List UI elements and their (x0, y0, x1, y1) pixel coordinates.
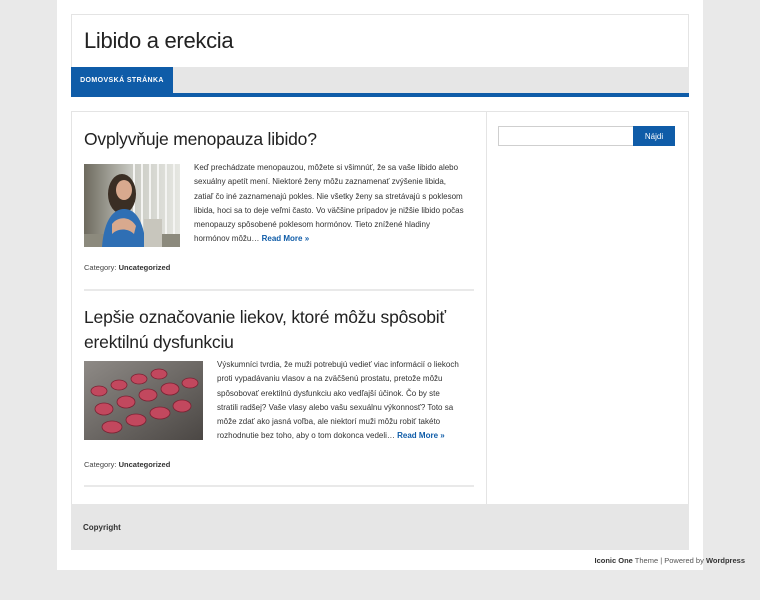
nav-item-home[interactable]: Domovská stránka (71, 67, 173, 93)
category-link[interactable]: Uncategorized (119, 263, 171, 272)
theme-link[interactable]: Iconic One (595, 556, 633, 565)
credits-text: Theme | Powered by (632, 556, 706, 565)
category-link[interactable]: Uncategorized (119, 460, 171, 469)
post-thumbnail-pills[interactable] (84, 361, 203, 440)
post-title[interactable]: Ovplyvňuje menopauza libido? (84, 127, 317, 152)
post-excerpt: Výskumníci tvrdia, že muži potrebujú ved… (217, 358, 482, 444)
post-excerpt: Keď prechádzate menopauzou, môžete si vš… (194, 161, 479, 247)
post-meta: Category: Uncategorized (84, 263, 170, 272)
excerpt-line: spôsobovať erektilnú dysfunkciu ako vedľ… (217, 388, 440, 398)
page: Libido a erekcia Domovská stránka Ovplyv… (57, 0, 703, 570)
post-title-line: erektilnú dysfunkciu (84, 332, 234, 352)
site-header: Libido a erekcia (71, 14, 689, 67)
post-divider (84, 485, 474, 487)
woman-photo-icon (84, 164, 180, 247)
read-more-link[interactable]: Read More » (262, 234, 310, 243)
search-button[interactable]: Nájdi (633, 126, 675, 146)
main-nav: Domovská stránka (71, 67, 689, 97)
excerpt-line: stratili radšej? Vaše vlasy alebo vašu s… (217, 402, 454, 412)
excerpt-line: menopauzy spôsobené poklesom hormónov. T… (194, 220, 430, 230)
excerpt-line: Keď prechádzate menopauzou, môžete si vš… (194, 163, 459, 172)
read-more-link[interactable]: Read More » (397, 431, 445, 440)
footer-credits: Iconic One Theme | Powered by Wordpress (595, 556, 746, 565)
category-label: Category: (84, 263, 117, 272)
sidebar: Nájdi (487, 112, 688, 504)
excerpt-line: Výskumníci tvrdia, že muži potrebujú ved… (217, 360, 459, 369)
site-title[interactable]: Libido a erekcia (84, 28, 234, 54)
content-area: Ovplyvňuje menopauza libido? Keď prechád… (71, 111, 689, 505)
post-title-line: Lepšie označovanie liekov, ktoré môžu sp… (84, 307, 446, 327)
pills-photo-icon (84, 361, 203, 440)
excerpt-line: rozhodnutie bez toho, aby o tom dokonca … (217, 431, 398, 441)
main-content: Ovplyvňuje menopauza libido? Keď prechád… (72, 112, 487, 504)
excerpt-line: libida, hoci sa to deje veľmi často. Vo … (194, 205, 464, 215)
site-footer: Copyright (71, 504, 689, 550)
excerpt-line: sexuálny apetít mení. Niektoré ženy môžu… (194, 177, 447, 187)
excerpt-line: proti vypadávaniu vlasov a na zväčšenú p… (217, 374, 443, 384)
excerpt-line: zatiaľ čo iné zaznamenajú pokles. Nie vš… (194, 191, 463, 201)
post-thumbnail-woman[interactable] (84, 164, 180, 247)
post-title[interactable]: Lepšie označovanie liekov, ktoré môžu sp… (84, 305, 446, 355)
post-meta: Category: Uncategorized (84, 460, 170, 469)
post-divider (84, 289, 474, 291)
search-input[interactable] (498, 126, 634, 146)
copyright-text: Copyright (83, 523, 121, 532)
platform-link[interactable]: Wordpress (706, 556, 745, 565)
excerpt-line: hormónov môžu… (194, 234, 262, 244)
excerpt-line: môže zdať ako jasná voľba, ale niektorí … (217, 417, 441, 427)
category-label: Category: (84, 460, 117, 469)
